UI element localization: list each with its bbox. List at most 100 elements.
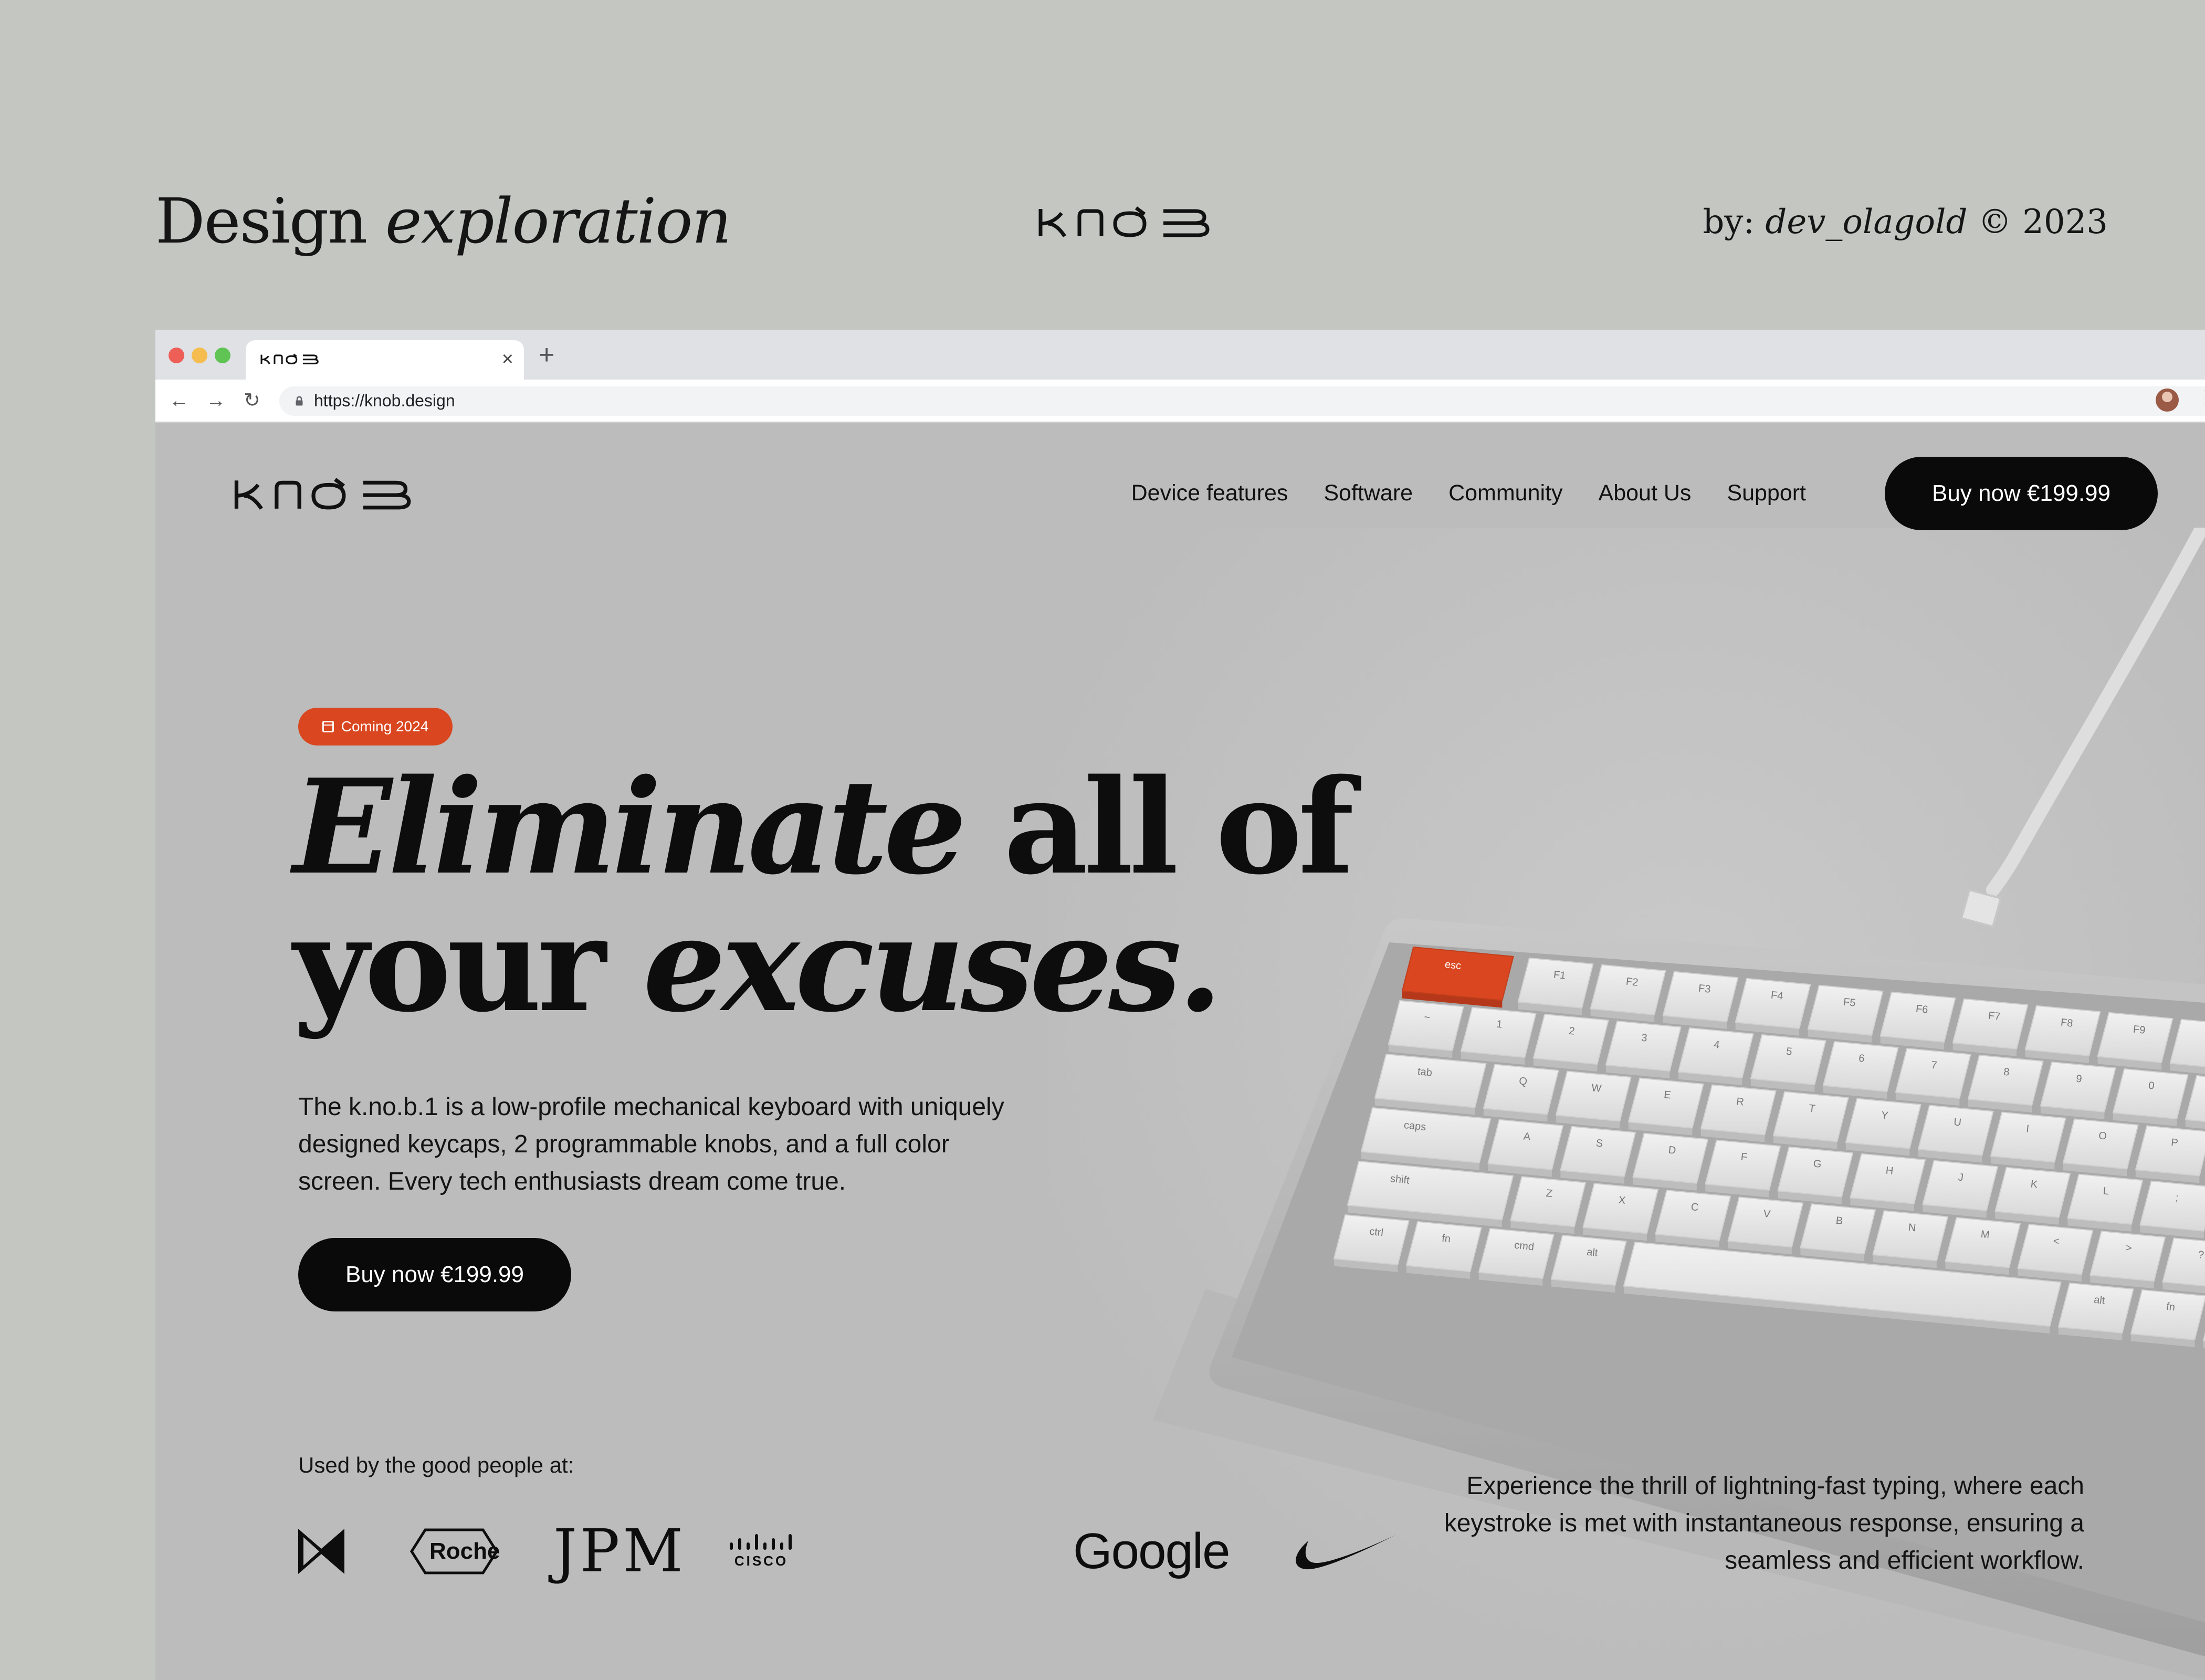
profile-avatar[interactable]: [2156, 388, 2179, 412]
tab-close-icon[interactable]: ×: [502, 349, 513, 370]
nav-software[interactable]: Software: [1324, 480, 1413, 506]
keycap: [1967, 1054, 2044, 1106]
site-logo[interactable]: [224, 477, 436, 513]
keycap-label: U: [1953, 1116, 1962, 1128]
main-navigation: Device features Software Community About…: [1131, 480, 1806, 506]
browser-tab-active[interactable]: ×: [246, 340, 524, 380]
knob-wordmark-icon: [1038, 206, 1210, 237]
keycap: [1922, 1160, 1999, 1211]
keycap-label: 7: [1930, 1059, 1937, 1072]
keycap: [1487, 1119, 1564, 1170]
keycap-label: F1: [1553, 969, 1567, 982]
presentation-header: Design exploration by: dev_olagold © 202…: [0, 0, 2205, 331]
keycap: [2024, 1005, 2101, 1056]
keycap-label: 6: [1858, 1053, 1865, 1065]
keycap-label: 5: [1786, 1046, 1792, 1058]
keycap: [1777, 1146, 1854, 1198]
keycap-label: esc: [1444, 959, 1462, 972]
keycap-label: shift: [1390, 1173, 1410, 1186]
keycap: [1478, 1227, 1555, 1279]
address-bar[interactable]: https://knob.design ☆: [279, 386, 2205, 416]
back-arrow-icon[interactable]: ←: [169, 390, 189, 411]
presentation-title-plain: Design: [155, 185, 368, 257]
hero-headline: Eliminate all of your excuses.: [293, 759, 1354, 1034]
keycap-label: E: [1663, 1089, 1672, 1101]
keycap: [1517, 957, 1594, 1009]
keycap-label: F4: [1770, 990, 1784, 1002]
bowtie-logo-icon: [298, 1520, 344, 1583]
forward-arrow-icon[interactable]: →: [206, 390, 226, 411]
keycap-label: T: [1808, 1102, 1815, 1115]
keycap-label: >: [2125, 1242, 2133, 1254]
nav-about-us[interactable]: About Us: [1599, 480, 1692, 506]
nav-community[interactable]: Community: [1448, 480, 1562, 506]
keycap-label: O: [2098, 1130, 2107, 1142]
keycap: [1555, 1070, 1632, 1122]
keycap-label: F8: [2060, 1017, 2074, 1030]
keycap: [1590, 964, 1666, 1015]
nav-device-features[interactable]: Device features: [1131, 480, 1288, 506]
keycap: [2062, 1118, 2139, 1170]
keycap: [1700, 1084, 1777, 1136]
reload-icon[interactable]: ↻: [244, 390, 260, 411]
keycap: [1374, 1053, 1487, 1108]
keycap: [1632, 1132, 1709, 1184]
keycap-label: alt: [2093, 1294, 2106, 1307]
nav-support[interactable]: Support: [1727, 480, 1806, 506]
keycap: [1845, 1098, 1922, 1149]
keycap: [1990, 1111, 2066, 1163]
cisco-logo: CISCO: [729, 1520, 794, 1583]
keycap-label: N: [1908, 1222, 1917, 1234]
headline-word-excuses: excuses.: [643, 888, 1223, 1041]
keycap: [1727, 1196, 1804, 1248]
keycap: [2130, 1289, 2205, 1341]
keycap: [1952, 998, 2029, 1049]
keycap-label: P: [2170, 1137, 2179, 1149]
calendar-icon: [322, 721, 334, 732]
keycap: [1872, 1210, 1949, 1262]
close-window-button[interactable]: [169, 348, 184, 363]
keycap: [1772, 1091, 1849, 1142]
keycap-label: alt: [1586, 1246, 1599, 1259]
new-tab-icon[interactable]: +: [539, 341, 554, 369]
keycap-label: F7: [1988, 1010, 2001, 1023]
cisco-bars-icon: [730, 1534, 792, 1550]
clients-label: Used by the good people at:: [298, 1453, 574, 1477]
browser-menu-icon[interactable]: ⋮: [2196, 387, 2205, 408]
keycap-label: M: [1980, 1228, 1990, 1241]
credit-prefix: by:: [1703, 203, 1755, 242]
keycap: [1677, 1027, 1754, 1079]
roche-logo-text: Roche: [429, 1538, 500, 1564]
keycap: [1460, 1006, 1537, 1058]
minimize-window-button[interactable]: [192, 348, 207, 363]
hero-buy-now-button[interactable]: Buy now €199.99: [298, 1238, 571, 1311]
keycap-label: fn: [2166, 1301, 2176, 1314]
keycap-label: 4: [1713, 1039, 1720, 1051]
nike-swoosh-icon: [1287, 1520, 1398, 1583]
keycap: [1483, 1064, 1559, 1115]
keycap: [1807, 984, 1884, 1036]
keycap: [2090, 1231, 2166, 1282]
lock-icon: [296, 396, 303, 406]
maximize-window-button[interactable]: [215, 348, 230, 363]
keycap: [2057, 1282, 2134, 1334]
browser-tabbar: × +: [155, 330, 2205, 380]
keycap-label: cmd: [1514, 1240, 1535, 1253]
nav-buy-now-button[interactable]: Buy now €199.99: [1885, 457, 2158, 530]
keycap-label: ctrl: [1369, 1226, 1384, 1239]
keycap-label: B: [1835, 1215, 1844, 1227]
keycap: [1850, 1153, 1926, 1204]
keycap: [2097, 1012, 2174, 1063]
keycap-label: caps: [1403, 1119, 1426, 1133]
keycap-label: fn: [1441, 1233, 1451, 1245]
knob-logo-icon: [234, 478, 411, 510]
keycap: [1405, 1221, 1482, 1273]
keycap: [1917, 1105, 1994, 1156]
keycap-label: 8: [2003, 1066, 2010, 1078]
keycap-label: ~: [1423, 1012, 1431, 1024]
coming-soon-badge: Coming 2024: [298, 708, 453, 746]
keycap: [1705, 1139, 1781, 1191]
presentation-brand-logo: [1037, 206, 1224, 241]
keycap-label: Z: [1546, 1188, 1553, 1200]
keycap: [1662, 971, 1739, 1022]
